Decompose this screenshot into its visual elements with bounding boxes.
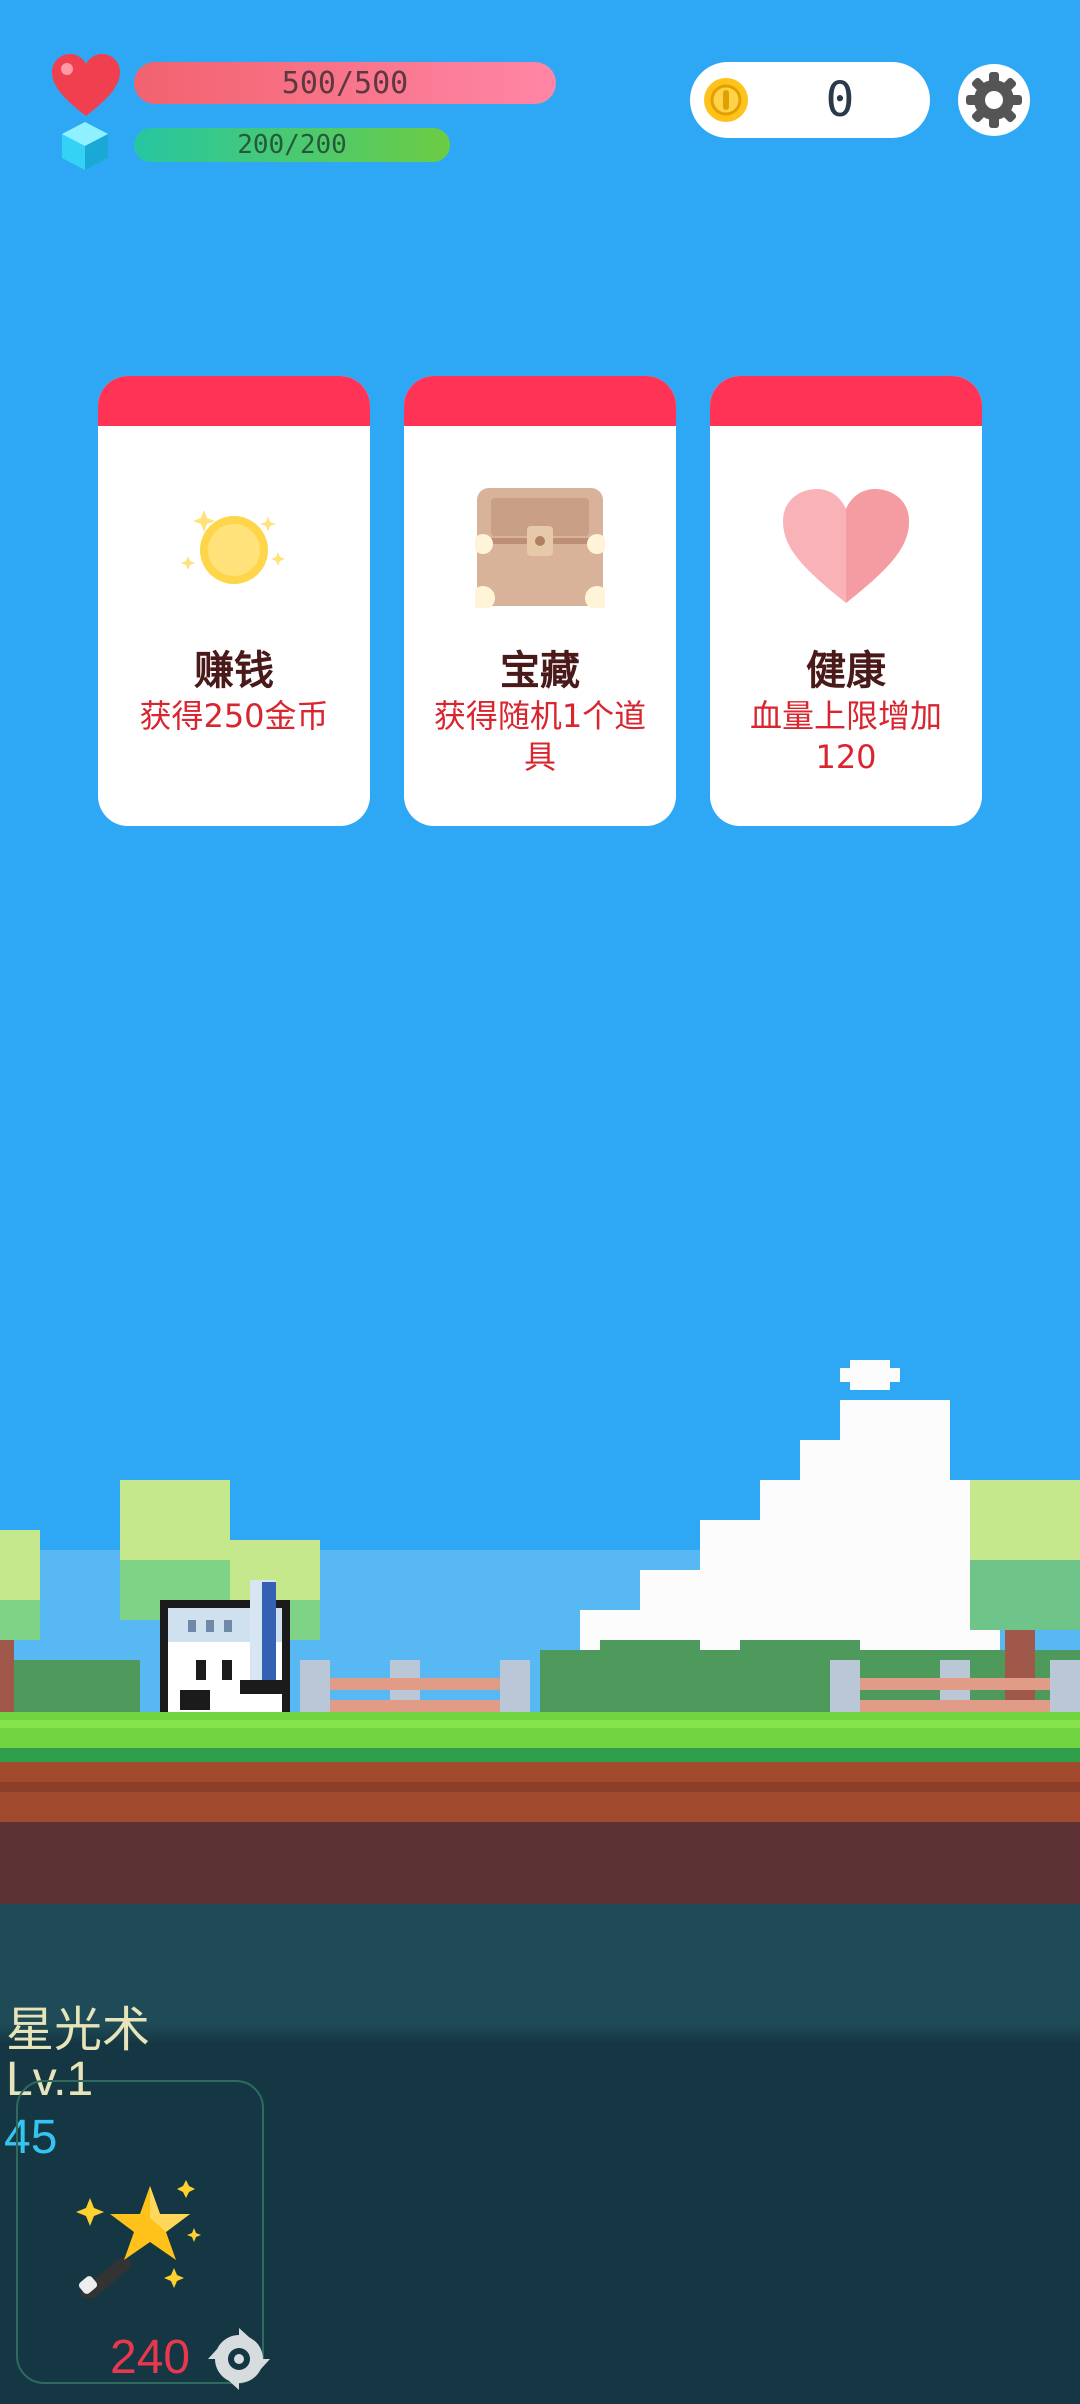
mp-bar: 200/200 [134, 128, 450, 162]
hp-text: 500/500 [281, 65, 409, 101]
coin-icon [704, 78, 748, 122]
knight-character [160, 1580, 290, 1720]
treasure-chest-icon [475, 488, 605, 608]
hp-heart-icon [52, 54, 120, 116]
heart-icon [783, 489, 909, 603]
card-desc: 血量上限增加120 [749, 697, 942, 776]
mp-text: 200/200 [237, 130, 347, 160]
card-title: 健康 [806, 648, 886, 694]
card-title: 赚钱 [194, 648, 274, 694]
star-wand-icon [76, 2180, 201, 2298]
card-band [710, 376, 982, 426]
coin-counter: 0 [690, 62, 930, 138]
gear-icon [966, 72, 1022, 128]
game-scene-background [0, 1360, 1080, 1720]
card-band [404, 376, 676, 426]
ground-strip [0, 1712, 1080, 1912]
card-desc: 获得250金币 [139, 697, 329, 735]
coin-value: 0 [825, 72, 855, 128]
card-health[interactable]: 健康 血量上限增加120 [710, 376, 982, 826]
skill-name: 星光术 [6, 2002, 151, 2058]
card-band [98, 376, 370, 426]
hp-bar: 500/500 [134, 62, 556, 104]
spin-gear-icon [208, 2328, 270, 2390]
card-treasure[interactable]: 宝藏 获得随机1个道具 [404, 376, 676, 826]
skill-cost: 240 [110, 2331, 191, 2384]
card-desc: 获得随机1个道具 [433, 697, 647, 776]
card-earn-money[interactable]: 赚钱 获得250金币 [98, 376, 370, 826]
sun-coin-icon [181, 510, 285, 584]
settings-button[interactable] [958, 64, 1030, 136]
card-title: 宝藏 [500, 648, 580, 694]
mp-gem-icon [62, 122, 108, 170]
